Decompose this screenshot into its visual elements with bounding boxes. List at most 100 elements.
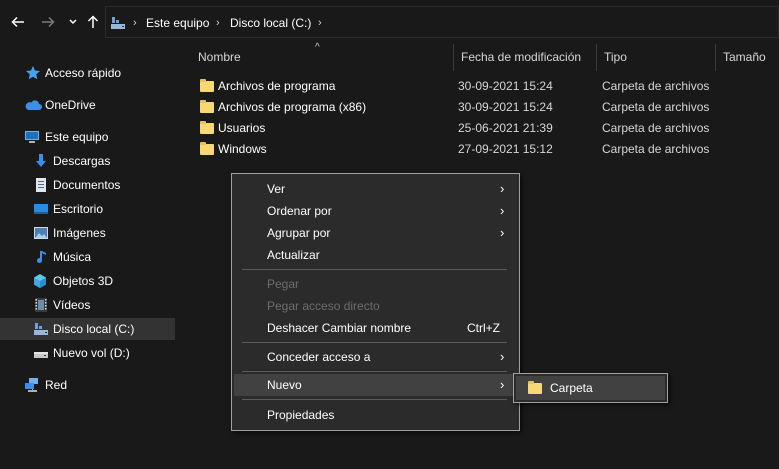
menu-item-pegar-acceso-directo[interactable]: Pegar acceso directo — [234, 295, 517, 317]
arrow-right-icon — [42, 16, 55, 28]
column-header-size[interactable]: Tamaño — [716, 44, 779, 71]
menu-item-label: Propiedades — [267, 408, 335, 422]
recent-locations-button[interactable] — [64, 12, 82, 32]
nav-label: Nuevo vol (D:) — [53, 346, 130, 360]
menu-item-label: Pegar — [267, 277, 300, 291]
breadcrumb-separator-icon: › — [216, 17, 220, 29]
file-type: Carpeta de archivos — [602, 79, 710, 93]
menu-item-actualizar[interactable]: Actualizar — [234, 244, 517, 266]
nav-label: Escritorio — [53, 202, 104, 216]
nav-label: Imágenes — [53, 226, 106, 240]
menu-item-agrupar-por[interactable]: Agrupar por › — [234, 222, 517, 244]
menu-item-deshacer[interactable]: Deshacer Cambiar nombre Ctrl+Z — [234, 317, 517, 339]
table-row[interactable]: Archivos de programa (x86) 30-09-2021 15… — [196, 97, 736, 118]
menu-item-ver[interactable]: Ver › — [234, 178, 517, 200]
cloud-icon — [24, 97, 42, 113]
menu-item-propiedades[interactable]: Propiedades — [234, 404, 517, 426]
menu-item-conceder-acceso[interactable]: Conceder acceso a › — [234, 346, 517, 368]
menu-item-shortcut: Ctrl+Z — [467, 321, 500, 335]
menu-item-label: Carpeta — [550, 381, 593, 395]
file-name: Usuarios — [218, 121, 266, 135]
menu-item-label: Agrupar por — [267, 226, 331, 240]
context-menu: Ver › Ordenar por › Agrupar por › Actual… — [231, 173, 520, 431]
new-submenu: Carpeta — [513, 373, 668, 403]
menu-item-pegar[interactable]: Pegar — [234, 273, 517, 295]
nav-item-este-equipo[interactable]: Este equipo — [0, 126, 175, 148]
address-bar[interactable]: › Este equipo › Disco local (C:) › — [105, 6, 779, 38]
nav-item-musica[interactable]: Música — [0, 246, 175, 268]
nav-label: Documentos — [53, 178, 121, 192]
music-icon — [33, 249, 49, 265]
nav-label: Música — [53, 250, 92, 264]
file-date: 30-09-2021 15:24 — [458, 79, 553, 93]
menu-item-label: Pegar acceso directo — [267, 299, 380, 313]
chevron-right-icon: › — [500, 181, 505, 196]
file-type: Carpeta de archivos — [602, 142, 710, 156]
folder-icon — [200, 121, 214, 134]
file-name: Windows — [218, 142, 267, 156]
arrow-left-icon — [11, 16, 24, 28]
breadcrumb-este-equipo[interactable]: Este equipo — [146, 15, 209, 31]
nav-item-descargas[interactable]: Descargas — [0, 150, 175, 172]
file-type: Carpeta de archivos — [602, 121, 710, 135]
cube-icon — [32, 273, 48, 289]
star-icon — [25, 65, 41, 81]
download-icon — [33, 153, 49, 169]
nav-label: Este equipo — [45, 130, 109, 144]
desktop-icon — [33, 201, 49, 217]
menu-item-label: Actualizar — [267, 248, 320, 262]
folder-icon — [200, 142, 214, 155]
pictures-icon — [33, 225, 49, 241]
folder-icon — [200, 100, 214, 113]
folder-icon — [528, 381, 542, 394]
menu-item-ordenar-por[interactable]: Ordenar por › — [234, 200, 517, 222]
breadcrumb-disco-local[interactable]: Disco local (C:) — [230, 15, 311, 31]
back-button[interactable] — [9, 12, 27, 32]
column-header-date[interactable]: Fecha de modificación — [454, 44, 597, 71]
drive-icon — [110, 15, 126, 34]
menu-separator — [242, 399, 507, 400]
video-icon — [33, 297, 49, 313]
document-icon — [33, 177, 49, 193]
chevron-right-icon: › — [500, 377, 505, 392]
file-date: 25-06-2021 21:39 — [458, 121, 553, 135]
menu-item-label: Ver — [267, 182, 286, 196]
forward-button[interactable] — [39, 12, 57, 32]
nav-item-onedrive[interactable]: OneDrive — [0, 94, 175, 116]
nav-item-videos[interactable]: Vídeos — [0, 294, 175, 316]
menu-separator — [242, 371, 507, 372]
nav-label: OneDrive — [45, 98, 96, 112]
nav-item-disco-local-c[interactable]: Disco local (C:) — [0, 318, 175, 340]
nav-item-escritorio[interactable]: Escritorio — [0, 198, 175, 220]
nav-item-imagenes[interactable]: Imágenes — [0, 222, 175, 244]
table-row[interactable]: Windows 27-09-2021 15:12 Carpeta de arch… — [196, 139, 736, 160]
menu-item-label: Ordenar por — [267, 204, 332, 218]
computer-icon — [24, 129, 40, 145]
file-date: 30-09-2021 15:24 — [458, 100, 553, 114]
menu-item-nuevo[interactable]: Nuevo › — [234, 374, 517, 396]
menu-item-label: Nuevo — [267, 378, 302, 392]
submenu-item-carpeta[interactable]: Carpeta — [516, 376, 665, 400]
nav-label: Vídeos — [53, 298, 91, 312]
nav-item-red[interactable]: Red — [0, 374, 175, 396]
arrow-up-icon — [87, 15, 99, 28]
column-header-name[interactable]: Nombre — [191, 44, 454, 71]
chevron-down-icon — [69, 19, 77, 25]
column-header-type[interactable]: Tipo — [597, 44, 716, 71]
chevron-right-icon: › — [500, 349, 505, 364]
nav-item-documentos[interactable]: Documentos — [0, 174, 175, 196]
up-button[interactable] — [84, 12, 102, 32]
chevron-right-icon: › — [500, 203, 505, 218]
file-name: Archivos de programa — [218, 79, 336, 93]
nav-item-acceso-rapido[interactable]: Acceso rápido — [0, 62, 175, 84]
nav-label: Disco local (C:) — [53, 322, 135, 336]
table-row[interactable]: Archivos de programa 30-09-2021 15:24 Ca… — [196, 76, 736, 97]
nav-label: Objetos 3D — [53, 274, 114, 288]
nav-item-nuevo-vol-d[interactable]: Nuevo vol (D:) — [0, 342, 175, 364]
toolbar: › Este equipo › Disco local (C:) › — [0, 0, 779, 44]
chevron-right-icon: › — [500, 225, 505, 240]
nav-item-objetos-3d[interactable]: Objetos 3D — [0, 270, 175, 292]
menu-item-label: Deshacer Cambiar nombre — [267, 321, 412, 335]
nav-label: Descargas — [53, 154, 111, 168]
table-row[interactable]: Usuarios 25-06-2021 21:39 Carpeta de arc… — [196, 118, 736, 139]
